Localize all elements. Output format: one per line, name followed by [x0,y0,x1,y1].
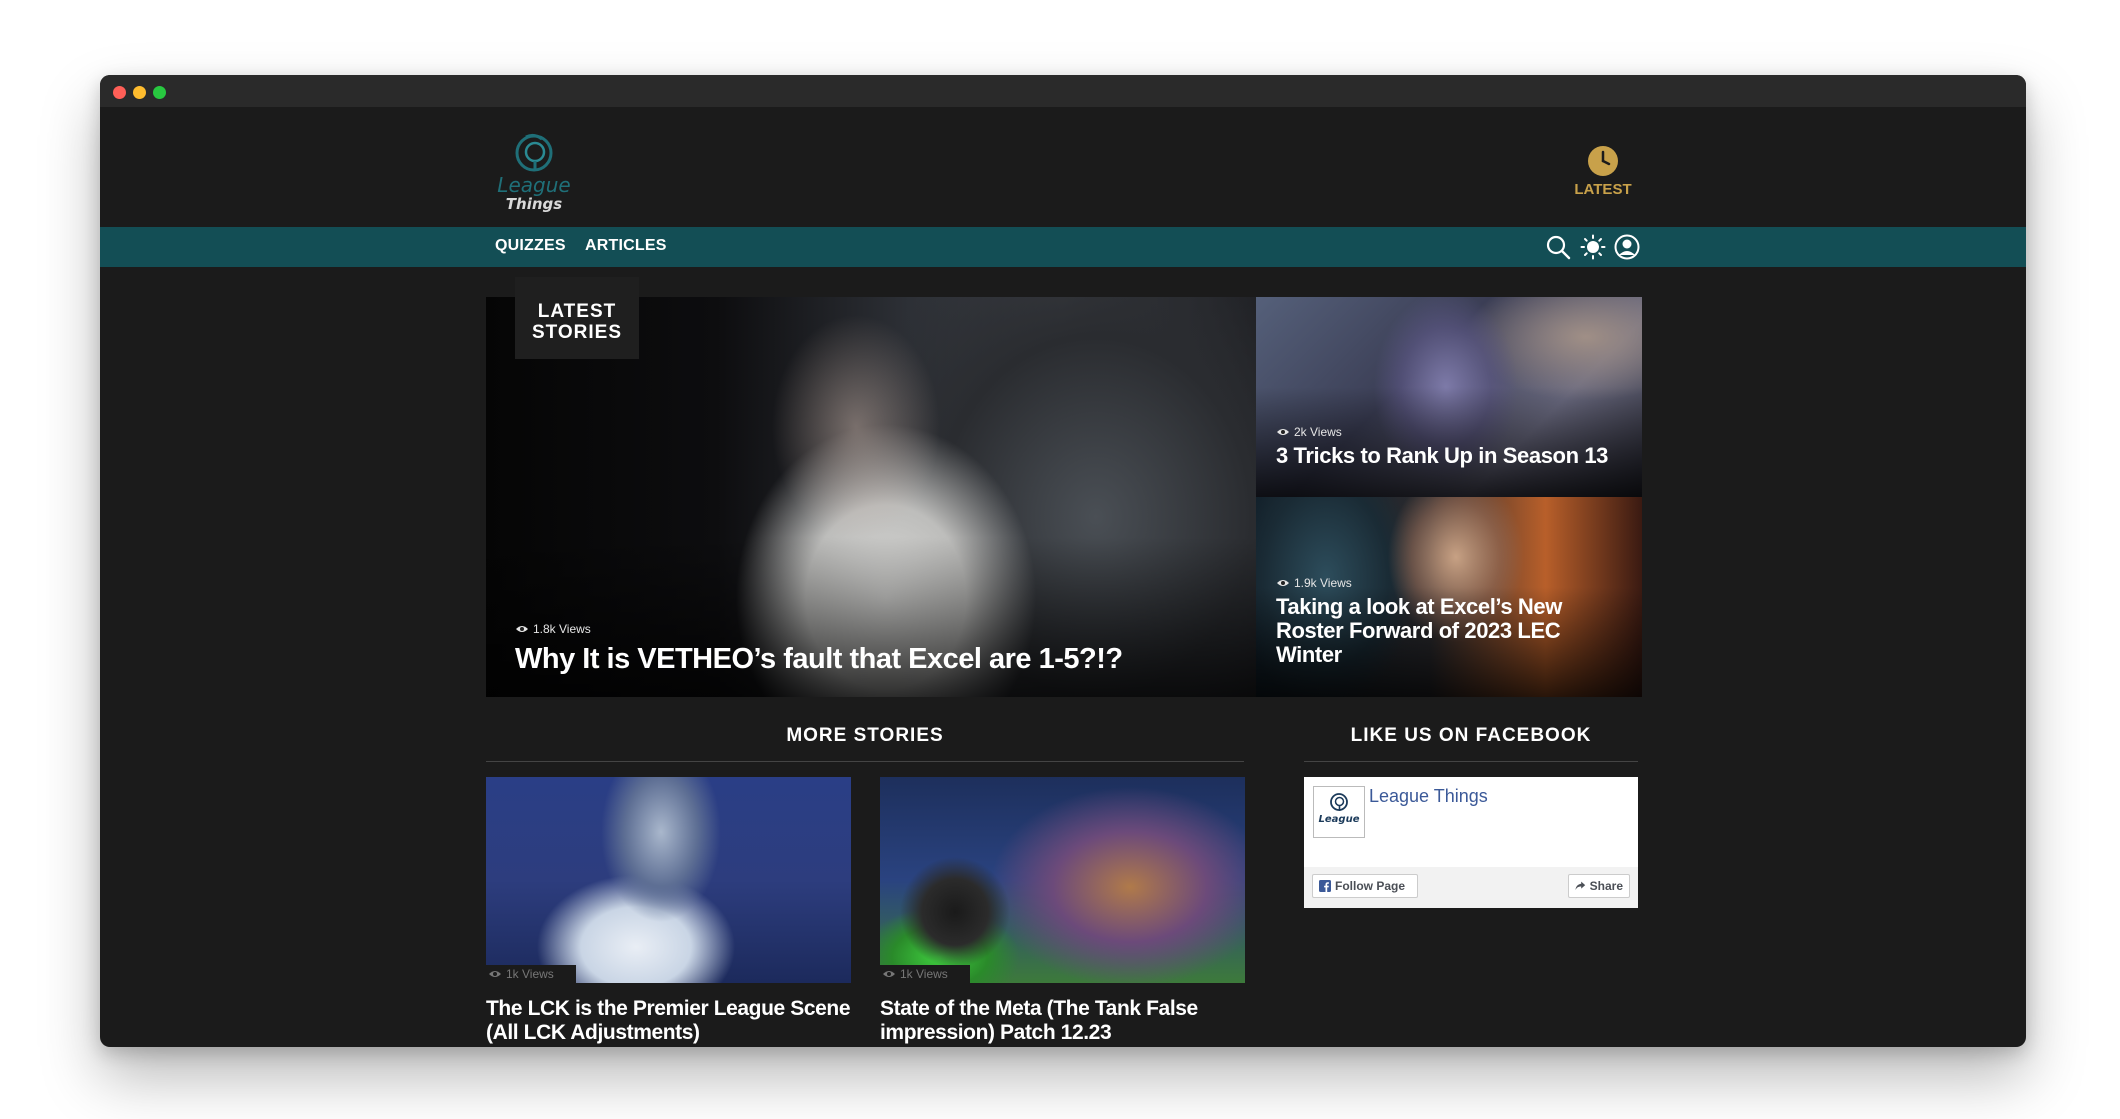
nav-item-articles[interactable]: ARTICLES [585,237,667,255]
hero-section: 1.8k Views Why It is VETHEO’s fault that… [486,277,1642,697]
eye-icon [1277,429,1289,435]
hero-side-1-fade [1256,387,1642,497]
hero-side-2-views-text: 1.9k Views [1294,576,1352,590]
latest-stories-badge: LATEST STORIES [515,277,639,359]
story-card[interactable]: 1k Views State of the Meta (The Tank Fal… [880,777,1245,1045]
latest-stories-line2: STORIES [531,322,623,343]
story-card-title[interactable]: State of the Meta (The Tank False impres… [880,997,1245,1045]
hero-side-story-1[interactable]: 2k Views 3 Tricks to Rank Up in Season 1… [1256,297,1642,497]
more-stories-divider [486,761,1244,762]
hero-side-1-views-text: 2k Views [1294,425,1342,439]
close-window-button[interactable] [113,86,126,99]
hero-side-2-title[interactable]: Taking a look at Excel’s New Roster Forw… [1276,595,1596,667]
browser-window: League Things LATEST QUIZZES ARTICLES 1.… [100,75,2026,1047]
story-card-title[interactable]: The LCK is the Premier League Scene (All… [486,997,851,1045]
eye-icon [883,971,895,977]
hero-side-1-views: 2k Views [1276,425,1342,439]
facebook-page-name[interactable]: League Things [1369,786,1488,807]
hero-side-1-title[interactable]: 3 Tricks to Rank Up in Season 13 [1276,443,1626,469]
nav-item-quizzes[interactable]: QUIZZES [495,237,566,255]
facebook-divider [1304,761,1638,762]
share-arrow-icon [1575,881,1586,890]
share-button[interactable]: Share [1568,874,1630,898]
logo-text-things: Things [505,195,563,213]
hero-main-title[interactable]: Why It is VETHEO’s fault that Excel are … [515,643,1235,676]
clock-icon [1588,146,1618,176]
user-icon[interactable] [1614,234,1640,260]
hero-main-views: 1.8k Views [515,622,591,636]
latest-label: LATEST [1574,181,1632,198]
site-header: League Things LATEST [100,107,2026,227]
facebook-heading: LIKE US ON FACEBOOK [1350,725,1592,746]
minimize-window-button[interactable] [133,86,146,99]
hero-side-story-2[interactable]: 1.9k Views Taking a look at Excel’s New … [1256,497,1642,697]
follow-page-label: Follow Page [1335,879,1406,893]
story-card-image[interactable]: 1k Views [880,777,1245,983]
site-logo[interactable]: League Things [494,131,574,215]
eye-icon [1277,580,1289,586]
story-card-views-text: 1k Views [506,967,554,981]
story-card-views: 1k Views [486,965,576,983]
story-card-views-text: 1k Views [900,967,948,981]
hero-main-views-text: 1.8k Views [533,622,591,636]
maximize-window-button[interactable] [153,86,166,99]
facebook-page-widget: League League Things Follow Page Share [1304,777,1638,908]
logo-mark-icon [1330,793,1348,811]
latest-stories-line1: LATEST [537,301,617,322]
facebook-icon [1319,880,1331,892]
logo-text-league: League [497,173,571,197]
window-titlebar [100,75,2026,107]
follow-page-button[interactable]: Follow Page [1312,874,1418,898]
facebook-page-avatar[interactable]: League [1313,786,1365,838]
eye-icon [489,971,501,977]
more-stories-heading: MORE STORIES [786,725,944,746]
main-navbar: QUIZZES ARTICLES [100,227,2026,267]
share-label: Share [1589,879,1623,893]
eye-icon [516,626,528,632]
facebook-avatar-text: League [1318,814,1360,825]
search-icon[interactable] [1545,234,1571,260]
theme-sun-icon[interactable] [1580,234,1606,260]
latest-link[interactable]: LATEST [1570,145,1636,198]
logo-mark-icon [515,133,553,172]
story-card-views: 1k Views [880,965,970,983]
story-card[interactable]: 1k Views The LCK is the Premier League S… [486,777,851,1045]
hero-side-2-views: 1.9k Views [1276,576,1352,590]
story-card-image[interactable]: 1k Views [486,777,851,983]
